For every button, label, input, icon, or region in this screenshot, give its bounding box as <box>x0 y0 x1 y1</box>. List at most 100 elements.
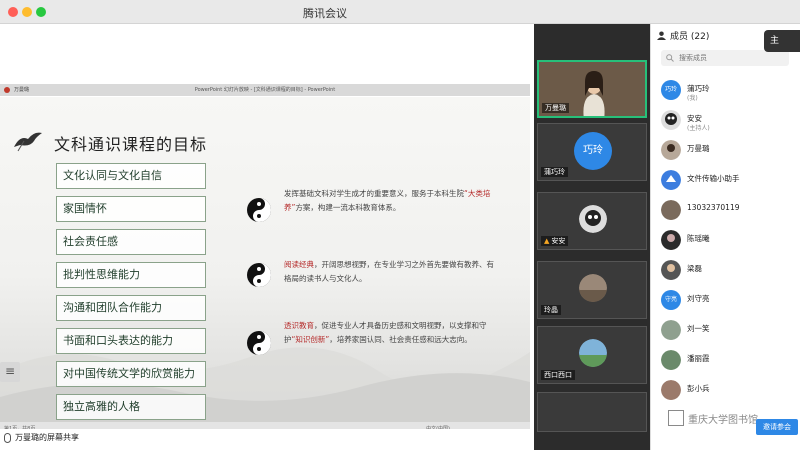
video-name-text: 玲晶 <box>544 306 558 314</box>
avatar <box>661 110 681 130</box>
avatar: 巧玲 <box>574 132 612 170</box>
member-name: 刘守亮 <box>687 294 710 303</box>
video-name-text: 蒲巧玲 <box>544 168 565 176</box>
goal-item: 对中国传统文学的欣赏能力 <box>56 361 206 387</box>
members-panel: 成员 (22) 巧玲 蒲巧玲 (我) 安安 (主持人) 万曼璐 文件传输小助手 … <box>650 24 800 450</box>
video-tile[interactable]: 巧玲 蒲巧玲 <box>537 123 647 181</box>
member-item[interactable]: 安安 (主持人) <box>661 110 799 132</box>
ppt-title-bar: 万曼璐 PowerPoint 幻灯片放映 - [文科通识课程的目标] - Pow… <box>0 84 530 96</box>
goal-item: 沟通和团队合作能力 <box>56 295 206 321</box>
goal-description-3: 透识教育，促进专业人才具备历史感和文明视野，以支撑和守护“知识创新”，培养家国认… <box>284 319 494 347</box>
avatar <box>661 140 681 160</box>
avatar <box>661 170 681 190</box>
video-name-label: 蒲巧玲 <box>541 167 568 177</box>
share-label: 万曼璐的屏幕共享 <box>15 433 79 442</box>
goal-item: 书面和口头表达的能力 <box>56 328 206 354</box>
member-role: (主持人) <box>687 125 710 132</box>
video-name-text: 西口西口 <box>544 371 572 379</box>
avatar <box>661 260 681 280</box>
yin-yang-icon <box>247 263 271 287</box>
video-name-text: 安安 <box>551 237 566 245</box>
video-strip: 万曼璐 巧玲 蒲巧玲 ▲ 安安 玲晶 西口西口 <box>534 24 650 450</box>
slide: 文科通识课程的目标 文化认同与文化自信 家国情怀 社会责任感 批判性思维能力 沟… <box>0 97 530 422</box>
title-bar: 腾讯会议 <box>0 0 800 24</box>
member-item[interactable]: 彭小兵 <box>661 380 799 402</box>
member-name: 梁磊 <box>687 264 702 273</box>
ppt-owner-label: 万曼璐 <box>14 87 30 93</box>
ppt-window-title: PowerPoint 幻灯片放映 - [文科通识课程的目标] - PowerPo… <box>194 87 336 93</box>
invite-button[interactable]: 邀请参会 <box>756 419 798 435</box>
app-title: 腾讯会议 <box>303 7 347 20</box>
avatar <box>661 320 681 340</box>
library-logo-icon <box>668 410 684 426</box>
member-name: 万曼璐 <box>687 144 710 153</box>
avatar: 巧玲 <box>661 80 681 100</box>
warning-icon: ▲ <box>544 237 550 245</box>
avatar <box>579 339 607 367</box>
host-float-tab[interactable]: 主 <box>764 30 800 52</box>
member-item[interactable]: 13032370119 <box>661 200 799 222</box>
desc-highlight: 透识教育 <box>284 321 314 330</box>
avatar: 守亮 <box>661 290 681 310</box>
desc-text: 方案，构建一流本科教育体系。 <box>295 203 401 212</box>
desc-text: ，培养家国认同、社会责任感和远大志向。 <box>329 335 472 344</box>
video-tile[interactable] <box>537 392 647 432</box>
desc-text: ，开阔思想视野，在专业学习之外首先要做有教养、有格局的读书人与文化人。 <box>284 260 494 283</box>
avatar <box>661 230 681 250</box>
members-count: 成员 (22) <box>670 32 710 42</box>
goal-item: 社会责任感 <box>56 229 206 255</box>
person-icon <box>657 31 666 40</box>
video-name-text: 万曼璐 <box>545 104 566 112</box>
avatar <box>661 380 681 400</box>
member-name: 彭小兵 <box>687 384 710 393</box>
video-name-label: 玲晶 <box>541 305 561 315</box>
desc-highlight: 阅读经典 <box>284 260 314 269</box>
member-item[interactable]: 潘丽霞 <box>661 350 799 372</box>
screen-share-area: 万曼璐 PowerPoint 幻灯片放映 - [文科通识课程的目标] - Pow… <box>0 24 534 434</box>
goal-item: 文化认同与文化自信 <box>56 163 206 189</box>
member-item[interactable]: 守亮 刘守亮 <box>661 290 799 312</box>
video-tile[interactable]: 玲晶 <box>537 261 647 319</box>
avatar <box>579 274 607 302</box>
avatar <box>661 350 681 370</box>
desc-text: 发挥基础文科对学生成才的重要意义，服务于本科生院 <box>284 189 464 198</box>
record-icon <box>4 87 10 93</box>
goal-description-2: 阅读经典，开阔思想视野，在专业学习之外首先要做有教养、有格局的读书人与文化人。 <box>284 258 494 286</box>
slide-nav-icon[interactable]: ≡ <box>0 362 20 382</box>
slide-title: 文科通识课程的目标 <box>54 135 208 154</box>
member-item[interactable]: 陈瑶曦 <box>661 230 799 252</box>
member-item[interactable]: 梁磊 <box>661 260 799 282</box>
video-name-label: 西口西口 <box>541 370 575 380</box>
member-item[interactable]: 文件传输小助手 <box>661 170 799 192</box>
yin-yang-icon <box>247 331 271 355</box>
video-name-label: ▲ 安安 <box>541 236 569 246</box>
member-name: 刘一笑 <box>687 324 710 333</box>
meeting-window: 腾讯会议 万曼璐 PowerPoint 幻灯片放映 - [文科通识课程的目标] … <box>0 0 800 450</box>
participant-video <box>569 66 619 116</box>
ink-bird-icon <box>14 132 42 152</box>
bottom-bar: 万曼璐的屏幕共享 <box>0 429 534 450</box>
video-tile[interactable]: 万曼璐 <box>537 60 647 118</box>
screen-share-indicator[interactable]: 万曼璐的屏幕共享 <box>4 432 79 443</box>
member-item[interactable]: 刘一笑 <box>661 320 799 342</box>
search-icon <box>666 54 674 62</box>
member-search-input[interactable] <box>661 50 789 66</box>
goal-item: 家国情怀 <box>56 196 206 222</box>
yin-yang-icon <box>247 198 271 222</box>
goal-description-1: 发挥基础文科对学生成才的重要意义，服务于本科生院“大类培养”方案，构建一流本科教… <box>284 187 494 215</box>
member-item[interactable]: 万曼璐 <box>661 140 799 162</box>
library-watermark: 重庆大学图书馆 <box>668 410 758 426</box>
member-name: 陈瑶曦 <box>687 234 710 243</box>
member-name: 潘丽霞 <box>687 354 710 363</box>
desc-highlight: “知识创新” <box>291 335 330 344</box>
member-name: 13032370119 <box>687 203 740 212</box>
goal-item: 独立高雅的人格 <box>56 394 206 420</box>
members-header: 成员 (22) <box>657 29 709 42</box>
avatar <box>661 200 681 220</box>
video-tile[interactable]: ▲ 安安 <box>537 192 647 250</box>
avatar <box>579 205 607 233</box>
video-tile[interactable]: 西口西口 <box>537 326 647 384</box>
watermark-text: 重庆大学图书馆 <box>688 414 758 426</box>
member-item[interactable]: 巧玲 蒲巧玲 (我) <box>661 80 799 102</box>
member-role: (我) <box>687 95 698 102</box>
